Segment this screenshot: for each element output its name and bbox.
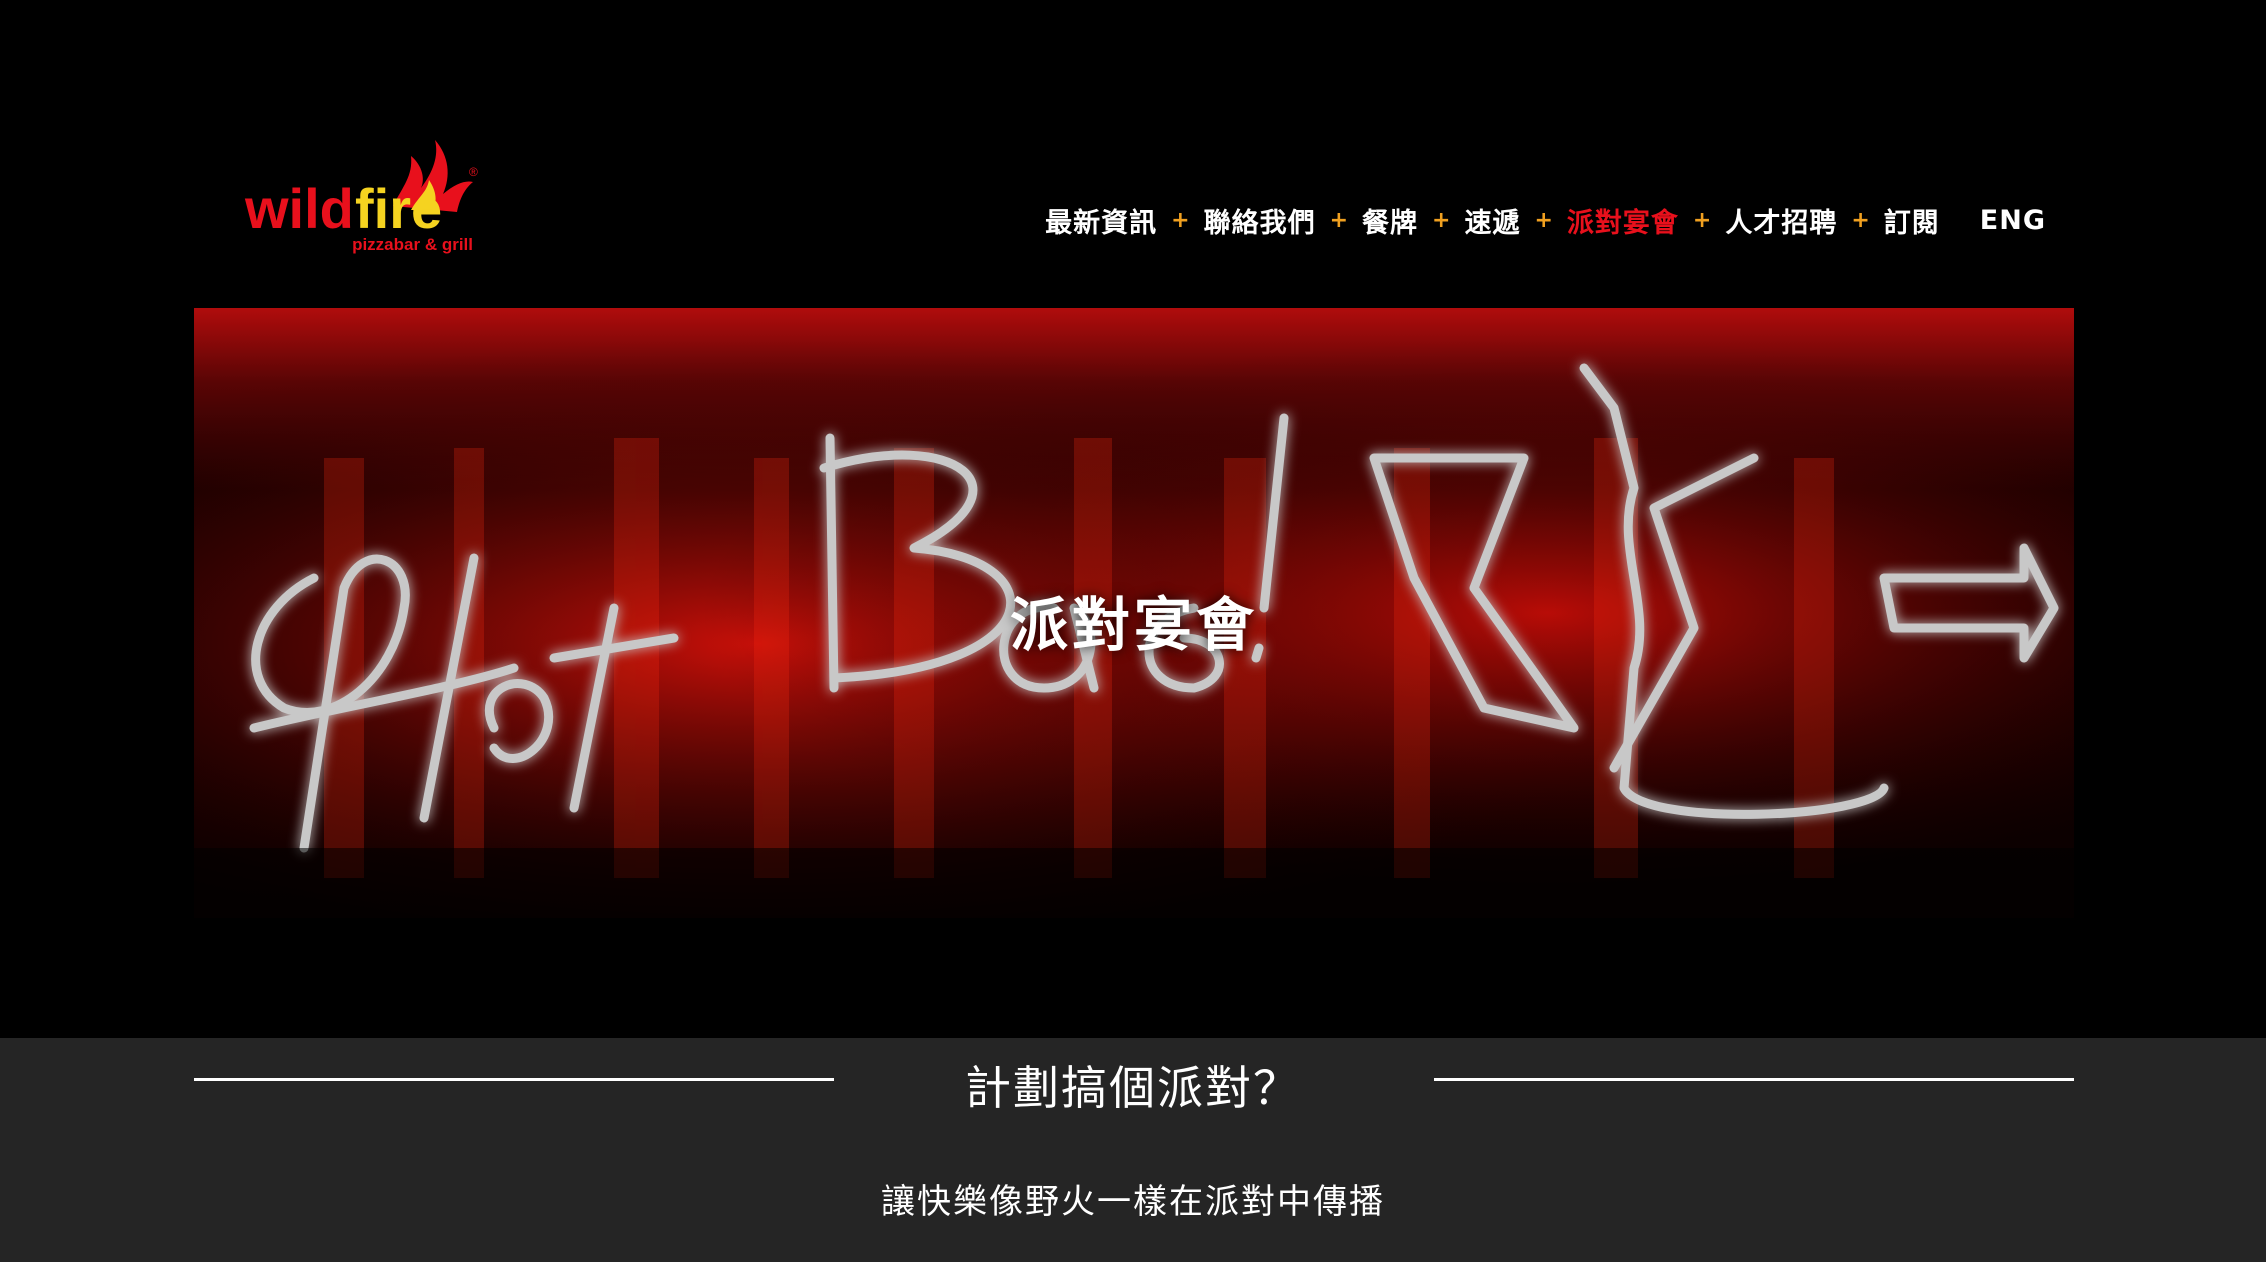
nav-item-careers[interactable]: 人才招聘 (1725, 201, 1837, 240)
language-switch-eng[interactable]: ENG (1980, 205, 2046, 236)
nav-item-party[interactable]: 派對宴會 (1567, 201, 1679, 240)
nav-item-contact[interactable]: 聯絡我們 (1204, 201, 1316, 240)
logo-tagline: pizzabar & grill (352, 235, 473, 254)
nav-separator: + (1534, 207, 1553, 233)
nav-separator: + (1851, 207, 1870, 233)
nav-item-news[interactable]: 最新資訊 (1045, 201, 1157, 240)
nav-item-delivery[interactable]: 速遞 (1464, 201, 1520, 240)
nav-separator: + (1432, 207, 1451, 233)
wildfire-logo[interactable]: wild fire ® pizzabar & grill (243, 136, 483, 256)
logo-wild-text: wild (244, 177, 354, 240)
section-subtitle: 讓快樂像野火一樣在派對中傳播 (881, 1182, 1385, 1222)
wildfire-logo-image: wild fire ® pizzabar & grill (244, 140, 478, 254)
section-title: 計劃搞個派對？ (965, 1061, 1301, 1115)
nav-item-subscribe[interactable]: 訂閱 (1884, 201, 1940, 240)
section-divider-right (1434, 1078, 2074, 1081)
nav-separator: + (1692, 207, 1712, 233)
hero-title: 派對宴會 (1009, 591, 1258, 659)
logo-registered-mark: ® (469, 165, 478, 179)
page: wild fire ® pizzabar & grill 最新資訊 + 聯絡我們… (0, 0, 2266, 1262)
nav-separator: + (1329, 207, 1349, 233)
party-section: 計劃搞個派對？ 讓快樂像野火一樣在派對中傳播 (0, 1038, 2266, 1262)
hero-banner: 派對宴會 (194, 308, 2074, 918)
main-nav: 最新資訊 + 聯絡我們 + 餐牌 + 速遞 + 派對宴會 + 人才招聘 + 訂閱… (1045, 196, 2046, 244)
nav-separator: + (1171, 207, 1190, 233)
nav-item-menu[interactable]: 餐牌 (1362, 201, 1418, 240)
logo-fire-text: fire (355, 177, 442, 240)
